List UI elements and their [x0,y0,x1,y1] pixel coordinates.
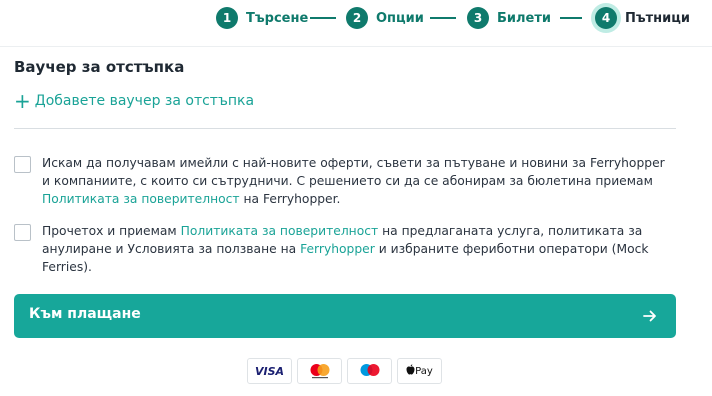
step-connector [310,17,336,19]
terms-checkbox[interactable] [14,224,31,241]
step-label: Билети [497,10,551,26]
step-number: 2 [346,7,368,29]
step-passengers: 4 Пътници [595,6,690,30]
payment-methods: VISA Pay [247,358,447,384]
step-options[interactable]: 2 Опции [346,6,424,30]
mastercard-logo [297,358,342,384]
mastercard-icon [310,364,329,379]
plus-icon: + [14,89,31,113]
voucher-heading: Ваучер за отстъпка [14,58,185,76]
visa-logo: VISA [247,358,292,384]
maestro-logo [347,358,392,384]
newsletter-text-before: Искам да получавам имейли с най-новите о… [42,156,665,188]
apple-icon [406,364,415,378]
step-number: 1 [216,7,238,29]
step-label: Опции [376,10,424,26]
visa-label: VISA [254,364,285,378]
step-number: 3 [467,7,489,29]
step-label: Пътници [625,10,691,26]
arrow-right-icon [642,308,658,328]
apple-pay-label: Pay [415,365,433,377]
terms-consent-text: Прочетох и приемам Политиката за поверит… [42,222,676,276]
proceed-to-payment-button[interactable]: Към плащане [14,294,676,338]
newsletter-consent: Искам да получавам имейли с най-новите о… [14,154,676,208]
progress-stepper: 1 Търсене 2 Опции 3 Билети 4 Пътници [0,0,712,47]
ferryhopper-terms-link[interactable]: Ferryhopper [300,242,375,256]
section-divider [14,128,676,129]
step-connector [430,17,456,19]
privacy-policy-link[interactable]: Политиката за поверителност [181,224,379,238]
terms-consent: Прочетох и приемам Политиката за поверит… [14,222,676,276]
add-voucher-label: Добавете ваучер за отстъпка [34,93,255,109]
newsletter-consent-text: Искам да получавам имейли с най-новите о… [42,154,676,208]
newsletter-text-after: на Ferryhopper. [239,192,341,206]
maestro-icon [360,364,379,376]
step-search[interactable]: 1 Търсене [216,6,308,30]
step-connector [560,17,582,19]
newsletter-checkbox[interactable] [14,156,31,173]
terms-text-1: Прочетох и приемам [42,224,181,238]
step-tickets[interactable]: 3 Билети [467,6,551,30]
payment-button-label: Към плащане [29,306,141,322]
add-voucher-link[interactable]: + Добавете ваучер за отстъпка [14,89,255,113]
apple-pay-logo: Pay [397,358,442,384]
privacy-policy-link[interactable]: Политиката за поверителност [42,192,240,206]
step-label: Търсене [246,10,309,26]
step-number: 4 [595,7,617,29]
